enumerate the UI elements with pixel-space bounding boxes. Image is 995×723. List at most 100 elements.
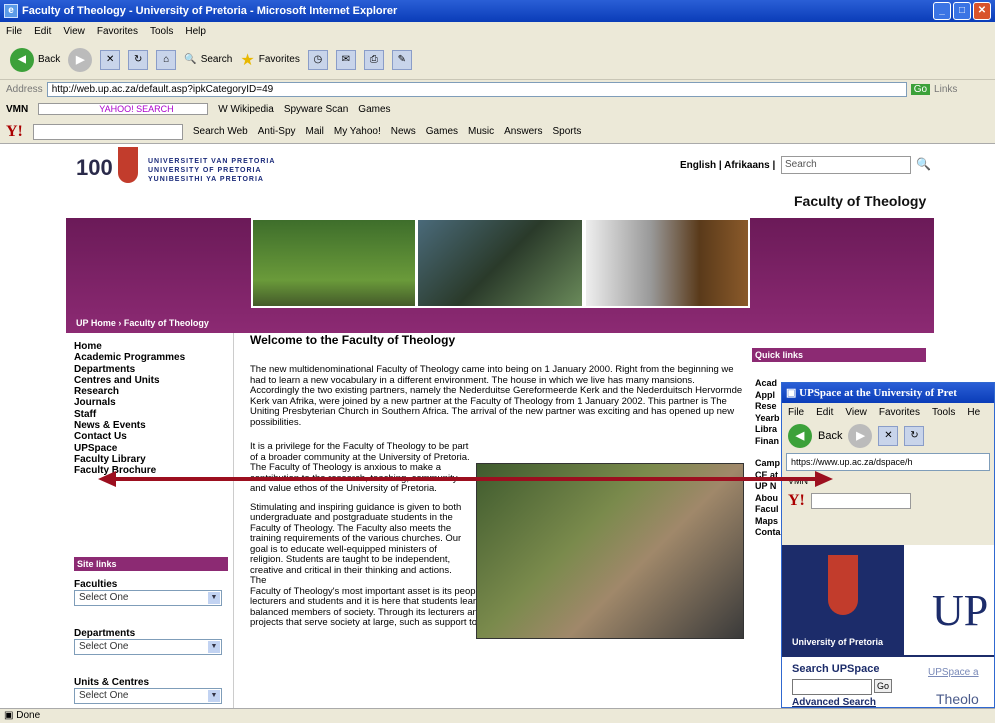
popup-yahoo-logo-icon[interactable]: Y! xyxy=(788,492,805,510)
music-link[interactable]: Music xyxy=(468,126,494,137)
units-select[interactable]: Select One xyxy=(74,688,222,704)
search-web-button[interactable]: Search Web xyxy=(193,126,248,137)
popup-titlebar[interactable]: ▣ UPSpace at the University of Pret xyxy=(782,383,994,403)
address-input[interactable]: http://web.up.ac.za/default.asp?ipkCateg… xyxy=(46,81,907,97)
news-link[interactable]: News xyxy=(391,126,416,137)
quick-link[interactable]: Abou xyxy=(755,493,781,505)
search-button[interactable]: 🔍 Search xyxy=(184,54,232,65)
popup-menu-help[interactable]: He xyxy=(967,407,980,418)
popup-search-input[interactable] xyxy=(792,679,872,695)
standard-toolbar: ◀ Back ▶ ✕ ↻ ⌂ 🔍 Search ★ Favorites ◷ ✉ ⎙ ✎ xyxy=(0,40,995,80)
search-icon[interactable]: 🔍 xyxy=(916,157,931,171)
home-button[interactable]: ⌂ xyxy=(156,49,177,70)
mail-button[interactable]: ✉ xyxy=(335,49,356,70)
menu-view[interactable]: View xyxy=(63,26,85,37)
left-navigation: Home Academic Programmes Departments Cen… xyxy=(66,333,234,713)
popup-menu-tools[interactable]: Tools xyxy=(932,407,955,418)
games-button[interactable]: Games xyxy=(358,104,390,115)
language-links[interactable]: English | Afrikaans | xyxy=(680,160,775,171)
university-name[interactable]: UNIVERSITEIT VAN PRETORIA UNIVERSITY OF … xyxy=(148,157,275,184)
popup-menu-view[interactable]: View xyxy=(845,407,867,418)
popup-advanced-search-link[interactable]: Advanced Search xyxy=(792,697,876,707)
popup-ie-icon: ▣ xyxy=(786,387,800,399)
quick-link[interactable]: Maps xyxy=(755,516,781,528)
banner-photo-plants xyxy=(416,218,584,308)
window-titlebar[interactable]: e Faculty of Theology - University of Pr… xyxy=(0,0,995,22)
upspace-popup-window[interactable]: ▣ UPSpace at the University of Pret File… xyxy=(781,382,995,708)
popup-menu-edit[interactable]: Edit xyxy=(816,407,833,418)
maximize-button[interactable]: □ xyxy=(953,2,971,20)
nav-faculty-library[interactable]: Faculty Library xyxy=(66,454,233,465)
answers-link[interactable]: Answers xyxy=(504,126,542,137)
mail-link[interactable]: Mail xyxy=(306,126,324,137)
popup-back-icon[interactable]: ◀ xyxy=(788,424,812,448)
nav-staff[interactable]: Staff xyxy=(66,409,233,420)
yahoo-search-input[interactable] xyxy=(32,123,183,140)
popup-go-button[interactable]: Go xyxy=(874,679,893,693)
address-bar: Address http://web.up.ac.za/default.asp?… xyxy=(0,80,995,98)
go-button[interactable]: Go xyxy=(910,83,931,95)
popup-upspace-link[interactable]: UPSpace a xyxy=(928,667,979,678)
departments-select[interactable]: Select One xyxy=(74,639,222,655)
back-label: Back xyxy=(38,54,61,65)
favorites-button[interactable]: ★ Favorites xyxy=(240,50,299,70)
refresh-button[interactable]: ↻ xyxy=(128,49,149,70)
quick-link[interactable]: Libra xyxy=(755,424,781,436)
quick-link[interactable]: Appl xyxy=(755,390,781,402)
yahoo-search-box[interactable]: YAHOO! SEARCH xyxy=(38,103,209,115)
wikipedia-button[interactable]: W Wikipedia xyxy=(218,104,274,115)
quick-link[interactable]: Facul xyxy=(755,504,781,516)
yahoo-logo-icon[interactable]: Y! xyxy=(6,123,23,141)
menu-file[interactable]: File xyxy=(6,26,22,37)
forward-button[interactable]: ▶ xyxy=(68,47,93,72)
nav-journals[interactable]: Journals xyxy=(66,397,233,408)
menu-tools[interactable]: Tools xyxy=(150,26,173,37)
quick-link[interactable]: Acad xyxy=(755,378,781,390)
quick-link[interactable]: Rese xyxy=(755,401,781,413)
nav-home[interactable]: Home xyxy=(66,341,233,352)
menu-help[interactable]: Help xyxy=(185,26,206,37)
menu-favorites[interactable]: Favorites xyxy=(97,26,138,37)
quick-link[interactable]: Camp xyxy=(755,458,781,470)
window-controls: _ □ ✕ xyxy=(933,2,991,20)
popup-address-input[interactable]: https://www.up.ac.za/dspace/h xyxy=(786,453,990,471)
popup-menu-file[interactable]: File xyxy=(788,407,804,418)
anti-spy-button[interactable]: Anti-Spy xyxy=(258,126,296,137)
popup-stop-icon[interactable]: ✕ xyxy=(878,426,899,446)
spyware-scan-button[interactable]: Spyware Scan xyxy=(284,104,348,115)
popup-refresh-icon[interactable]: ↻ xyxy=(904,426,925,446)
window-title: Faculty of Theology - University of Pret… xyxy=(22,5,398,17)
my-yahoo-link[interactable]: My Yahoo! xyxy=(334,126,381,137)
faculties-select[interactable]: Select One xyxy=(74,590,222,606)
ie-icon: e xyxy=(4,4,18,18)
quick-link[interactable]: Finan xyxy=(755,436,781,448)
sports-link[interactable]: Sports xyxy=(553,126,582,137)
nav-research[interactable]: Research xyxy=(66,386,233,397)
games-link[interactable]: Games xyxy=(426,126,458,137)
close-button[interactable]: ✕ xyxy=(973,2,991,20)
stop-button[interactable]: ✕ xyxy=(100,49,121,70)
nav-academic-programmes[interactable]: Academic Programmes xyxy=(66,352,233,363)
print-button[interactable]: ⎙ xyxy=(363,49,384,70)
quick-link[interactable]: Yearb xyxy=(755,413,781,425)
nav-departments[interactable]: Departments xyxy=(66,364,233,375)
nav-news-events[interactable]: News & Events xyxy=(66,420,233,431)
nav-contact-us[interactable]: Contact Us xyxy=(66,431,233,442)
popup-back-label[interactable]: Back xyxy=(818,430,842,442)
logo-100: 100 xyxy=(76,155,113,180)
links-label[interactable]: Links xyxy=(934,84,957,95)
nav-centres-units[interactable]: Centres and Units xyxy=(66,375,233,386)
popup-yahoo-input[interactable] xyxy=(810,493,911,509)
breadcrumb[interactable]: UP Home › Faculty of Theology xyxy=(76,318,209,328)
menu-edit[interactable]: Edit xyxy=(34,26,51,37)
minimize-button[interactable]: _ xyxy=(933,2,951,20)
site-search-input[interactable]: Search xyxy=(781,156,911,174)
status-bar: ▣ Done xyxy=(0,708,995,723)
history-button[interactable]: ◷ xyxy=(307,49,328,70)
edit-button[interactable]: ✎ xyxy=(391,49,412,70)
back-button[interactable]: ◀ Back xyxy=(10,47,61,72)
popup-forward-icon[interactable]: ▶ xyxy=(848,424,873,448)
popup-menu-favorites[interactable]: Favorites xyxy=(879,407,920,418)
nav-upspace[interactable]: UPSpace xyxy=(66,443,233,454)
quick-link[interactable]: Conta xyxy=(755,527,781,539)
